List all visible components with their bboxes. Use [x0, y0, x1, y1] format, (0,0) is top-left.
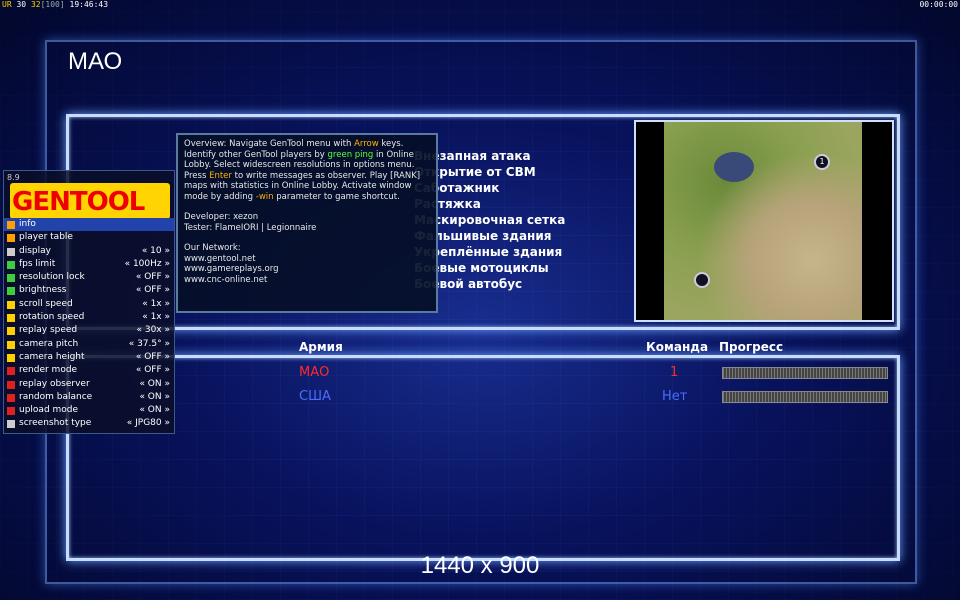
gentool-menu-item[interactable]: replay speed « 30x » [4, 324, 174, 337]
gentool-menu-item[interactable]: camera height « OFF » [4, 351, 174, 364]
menu-item-label: info [19, 219, 36, 229]
developer-credit: Developer: xezon [184, 212, 259, 222]
gentool-menu: 8.9 GENTOOL info player table display « 10 … [3, 170, 175, 434]
menu-item-value: « 10 » [141, 245, 170, 256]
menu-color-indicator [7, 380, 15, 389]
menu-item-value: « JPG80 » [126, 418, 170, 429]
player-team: 1 [670, 365, 679, 380]
status-left: UR 30 32[100] 19:46:43 [2, 0, 109, 9]
network-link[interactable]: www.cnc-online.net [184, 275, 430, 286]
gentool-menu-item[interactable]: upload mode « ON » [4, 404, 174, 417]
gentool-menu-item[interactable]: screenshot type « JPG80 » [4, 417, 174, 430]
menu-color-indicator [7, 300, 15, 309]
gentool-menu-item[interactable]: fps limit « 100Hz » [4, 258, 174, 271]
gentool-logo: GENTOOL [10, 183, 170, 219]
menu-color-indicator [7, 367, 15, 376]
player-army: США [299, 389, 331, 404]
menu-item-value: « 1x » [142, 312, 170, 323]
header-team: Команда [646, 340, 709, 354]
menu-item-label: scroll speed [19, 298, 73, 309]
menu-item-value: « OFF » [135, 272, 170, 283]
menu-item-value: « ON » [139, 378, 170, 389]
gentool-tooltip: Overview: Navigate GenTool menu with Arr… [176, 133, 438, 313]
player-army: МАО [299, 365, 330, 380]
start-position-marker: 1 [814, 154, 830, 170]
menu-item-value: « OFF » [135, 285, 170, 296]
menu-color-indicator [7, 393, 15, 402]
menu-item-value: « 30x » [136, 325, 170, 336]
menu-color-indicator [7, 260, 15, 269]
menu-item-value: « 1x » [142, 298, 170, 309]
menu-color-indicator [7, 420, 15, 429]
status-c: 100 [45, 0, 60, 9]
menu-color-indicator [7, 247, 15, 256]
game-timer: 00:00:00 [919, 0, 958, 9]
menu-item-label: random balance [19, 391, 93, 402]
menu-color-indicator [7, 274, 15, 283]
menu-item-label: upload mode [19, 405, 79, 416]
network-title: Our Network: [184, 243, 241, 253]
clock: 19:46:43 [69, 0, 109, 9]
menu-item-value: « 100Hz » [124, 258, 170, 269]
menu-item-value: « ON » [139, 405, 170, 416]
menu-item-label: resolution lock [19, 272, 85, 283]
menu-item-label: display [19, 245, 51, 256]
gentool-version: 8.9 [7, 173, 20, 182]
menu-item-label: rotation speed [19, 312, 85, 323]
minimap: 1 [634, 120, 894, 322]
menu-item-label: camera height [19, 351, 85, 362]
progress-bar [722, 391, 888, 403]
gentool-menu-item[interactable]: info [4, 218, 174, 232]
menu-item-value: « OFF » [135, 351, 170, 362]
page-title: МАО [68, 48, 123, 75]
gentool-menu-list: info player table display « 10 » fps limit « … [4, 218, 174, 431]
menu-item-value: « 37.5° » [128, 338, 170, 349]
menu-item-label: replay speed [19, 325, 78, 336]
gentool-menu-item[interactable]: render mode « OFF » [4, 364, 174, 377]
menu-color-indicator [7, 353, 15, 362]
status-b: 32 [30, 0, 41, 9]
menu-item-label: render mode [19, 365, 78, 376]
gentool-menu-item[interactable]: replay observer « ON » [4, 378, 174, 391]
gentool-menu-item[interactable]: rotation speed « 1x » [4, 311, 174, 324]
menu-item-label: brightness [19, 285, 67, 296]
gentool-menu-item[interactable]: brightness « OFF » [4, 284, 174, 297]
lake [714, 152, 754, 182]
gentool-menu-item[interactable]: display « 10 » [4, 245, 174, 258]
menu-item-label: camera pitch [19, 338, 79, 349]
menu-color-indicator [7, 287, 15, 296]
start-position-marker [694, 272, 710, 288]
status-bar: UR 30 32[100] 19:46:43 00:00:00 [0, 0, 960, 11]
menu-color-indicator [7, 327, 15, 336]
map-terrain: 1 [664, 122, 862, 320]
menu-item-label: screenshot type [19, 418, 92, 429]
gentool-menu-item[interactable]: camera pitch « 37.5° » [4, 338, 174, 351]
menu-color-indicator [7, 314, 15, 323]
menu-color-indicator [7, 407, 15, 416]
tester-credit: Tester: FlameIORI | Legionnaire [184, 222, 317, 233]
status-a: 30 [16, 0, 27, 9]
menu-item-value: « OFF » [135, 365, 170, 376]
menu-item-label: replay observer [19, 378, 90, 389]
network-link[interactable]: www.gamereplays.org [184, 264, 430, 275]
menu-item-value: « ON » [139, 391, 170, 402]
gentool-menu-item[interactable]: resolution lock « OFF » [4, 271, 174, 284]
gentool-menu-item[interactable]: player table [4, 231, 174, 244]
gentool-logo-text: GENTOOL [12, 187, 145, 217]
header-army: Армия [299, 340, 343, 354]
header-progress: Прогресс [719, 340, 784, 354]
status-prefix: UR [2, 0, 12, 9]
players-frame [66, 355, 900, 561]
player-team: Нет [662, 389, 688, 404]
menu-item-label: fps limit [19, 258, 56, 269]
menu-item-label: player table [19, 232, 73, 243]
menu-color-indicator [7, 340, 15, 349]
network-link[interactable]: www.gentool.net [184, 254, 430, 265]
gentool-menu-item[interactable]: random balance « ON » [4, 391, 174, 404]
gentool-menu-item[interactable]: scroll speed « 1x » [4, 298, 174, 311]
resolution-label: 1440 x 900 [420, 552, 540, 579]
progress-bar [722, 367, 888, 379]
menu-color-indicator [7, 234, 15, 243]
menu-color-indicator [7, 221, 15, 229]
